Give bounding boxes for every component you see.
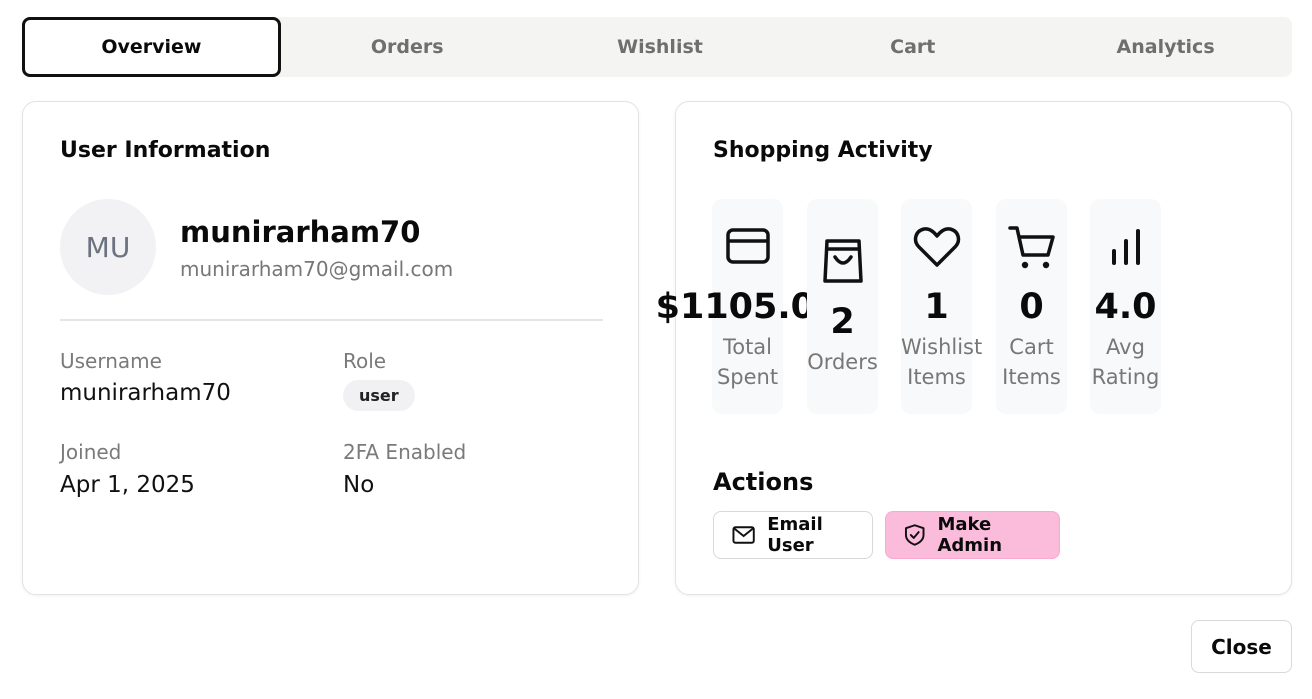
- stat-value: 4.0: [1094, 287, 1157, 327]
- stat-orders: 2 Orders: [807, 199, 878, 414]
- avatar: MU: [60, 199, 156, 295]
- tab-orders[interactable]: Orders: [281, 17, 534, 77]
- email-user-label: Email User: [767, 514, 823, 556]
- shield-check-icon: [904, 524, 925, 546]
- role-label: Role: [343, 349, 387, 373]
- joined-label: Joined: [60, 440, 122, 464]
- stat-value: 2: [830, 302, 855, 342]
- shopping-activity-title: Shopping Activity: [713, 138, 933, 163]
- stat-label: Orders: [807, 350, 878, 374]
- stat-wishlist: 1 Wishlist Items: [901, 199, 983, 414]
- user-display-name: munirarham70: [180, 215, 421, 249]
- stat-label: Avg Rating: [1091, 335, 1160, 389]
- user-email: munirarham70@gmail.com: [180, 257, 454, 281]
- tab-bar: Overview Orders Wishlist Cart Analytics: [22, 17, 1292, 77]
- mail-icon: [732, 526, 755, 544]
- username-label: Username: [60, 349, 162, 373]
- make-admin-label: Make Admin: [937, 514, 1003, 556]
- stat-cart: 0 Cart Items: [996, 199, 1067, 414]
- divider: [60, 319, 603, 321]
- shopping-bag-icon: [822, 239, 863, 283]
- tab-overview[interactable]: Overview: [22, 17, 281, 77]
- twofa-value: No: [343, 472, 375, 498]
- actions-title: Actions: [713, 468, 814, 496]
- tab-cart[interactable]: Cart: [786, 17, 1039, 77]
- tab-wishlist[interactable]: Wishlist: [534, 17, 787, 77]
- stat-label: Cart Items: [1002, 335, 1061, 389]
- heart-icon: [913, 227, 960, 267]
- stat-avg-rating: 4.0 Avg Rating: [1090, 199, 1161, 414]
- joined-value: Apr 1, 2025: [60, 472, 195, 498]
- user-info-title: User Information: [60, 138, 271, 163]
- credit-card-icon: [725, 228, 770, 264]
- shopping-activity-card: Shopping Activity $1105.00 Total Spent 2…: [656, 101, 1292, 595]
- role-badge: user: [343, 380, 415, 411]
- stat-value: 1: [924, 287, 949, 327]
- cart-icon: [1007, 226, 1055, 269]
- stat-total-spent: $1105.00 Total Spent: [656, 199, 839, 414]
- username-value: munirarham70: [60, 380, 231, 406]
- bar-chart-icon: [1111, 229, 1140, 265]
- user-information-card: User Information MU munirarham70 munirar…: [22, 101, 639, 595]
- twofa-label: 2FA Enabled: [343, 440, 467, 464]
- close-button[interactable]: Close: [1191, 620, 1292, 673]
- make-admin-button[interactable]: Make Admin: [885, 511, 1060, 559]
- tab-analytics[interactable]: Analytics: [1039, 17, 1292, 77]
- stat-label: Wishlist Items: [901, 335, 983, 389]
- email-user-button[interactable]: Email User: [713, 511, 873, 559]
- stat-label: Total Spent: [716, 335, 779, 389]
- stat-value: 0: [1019, 287, 1044, 327]
